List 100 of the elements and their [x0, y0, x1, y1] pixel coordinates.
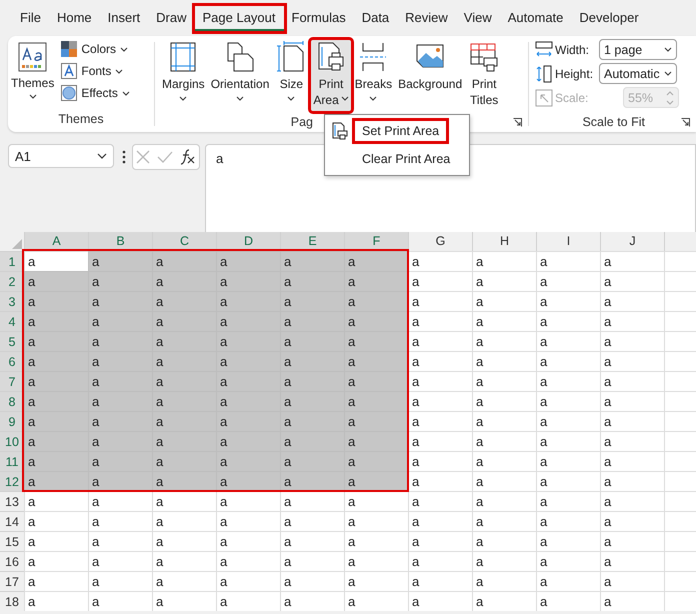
table-cell: a	[24, 531, 88, 551]
size-button[interactable]: Size	[272, 39, 310, 112]
table-cell	[664, 271, 696, 291]
table-cell: a	[88, 571, 152, 591]
row-header[interactable]: 3	[0, 291, 24, 311]
insert-function-icon[interactable]	[180, 149, 196, 165]
dialog-launcher-icon[interactable]	[513, 118, 522, 126]
name-box[interactable]: A1	[8, 144, 114, 168]
table-cell: a	[216, 431, 280, 451]
ribbon-tab[interactable]: Insert	[100, 6, 148, 30]
table-cell: a	[280, 291, 344, 311]
ribbon-tab[interactable]: Formulas	[284, 6, 354, 30]
menu-item[interactable]: Clear Print Area	[354, 148, 458, 170]
row-header[interactable]: 5	[0, 331, 24, 351]
table-cell: a	[152, 351, 216, 371]
table-cell: a	[600, 391, 664, 411]
check-icon[interactable]	[156, 151, 173, 163]
table-cell: a	[472, 411, 536, 431]
row-header[interactable]: 7	[0, 371, 24, 391]
themes-button[interactable]: Themes	[8, 39, 58, 112]
orientation-button[interactable]: Orientation	[208, 39, 272, 112]
table-cell: a	[536, 411, 600, 431]
column-header[interactable]: I	[536, 232, 600, 251]
effects-button[interactable]: Effects	[61, 85, 130, 101]
row-header[interactable]: 2	[0, 271, 24, 291]
table-cell: a	[472, 571, 536, 591]
ribbon-tab[interactable]: View	[456, 6, 500, 30]
table-cell	[664, 291, 696, 311]
ribbon-tab[interactable]: Review	[397, 6, 456, 30]
menu-item[interactable]: Set Print Area	[354, 120, 448, 142]
table-cell: a	[24, 291, 88, 311]
row-header[interactable]: 10	[0, 431, 24, 451]
dropdown-field[interactable]: 1 page	[599, 39, 677, 60]
table-cell: a	[472, 431, 536, 451]
table-cell	[664, 531, 696, 551]
column-header[interactable]: G	[408, 232, 472, 251]
table-cell: a	[216, 291, 280, 311]
table-cell: a	[88, 331, 152, 351]
row-header[interactable]: 9	[0, 411, 24, 431]
table-cell: a	[24, 551, 88, 571]
table-cell: a	[152, 391, 216, 411]
fonts-button[interactable]: Fonts	[61, 63, 130, 79]
ribbon-tab[interactable]: File	[12, 6, 49, 30]
breaks-button[interactable]: Breaks	[352, 39, 396, 112]
table-cell: a	[472, 591, 536, 611]
table-cell: a	[280, 251, 344, 271]
table-cell	[664, 391, 696, 411]
table-cell: a	[536, 511, 600, 531]
row-header[interactable]: 12	[0, 471, 24, 491]
row-header[interactable]: 11	[0, 451, 24, 471]
table-cell: a	[280, 451, 344, 471]
ribbon-tab[interactable]: Draw	[148, 6, 194, 30]
table-cell: a	[88, 531, 152, 551]
more-options-icon[interactable]	[122, 150, 126, 164]
caret-icon	[179, 96, 188, 101]
row-header[interactable]: 6	[0, 351, 24, 371]
table-cell: a	[216, 511, 280, 531]
table-cell: a	[472, 511, 536, 531]
dropdown-field[interactable]: Automatic	[599, 63, 677, 84]
scale-icon	[535, 64, 553, 82]
column-header[interactable]: J	[600, 232, 664, 251]
table-cell: a	[280, 351, 344, 371]
table-cell: a	[280, 471, 344, 491]
ribbon-tab[interactable]: Developer	[571, 6, 647, 30]
row-header[interactable]: 1	[0, 251, 24, 271]
table-cell: a	[536, 271, 600, 291]
table-cell: a	[600, 251, 664, 271]
table-cell: a	[344, 571, 408, 591]
table-cell: a	[24, 411, 88, 431]
table-cell	[664, 431, 696, 451]
table-cell: a	[408, 331, 472, 351]
table-cell: a	[536, 451, 600, 471]
print-area-button[interactable]: Print Area	[310, 39, 352, 112]
colors-button[interactable]: Colors	[61, 41, 130, 57]
table-cell: a	[88, 411, 152, 431]
dialog-launcher-icon[interactable]	[681, 118, 690, 126]
table-cell: a	[152, 471, 216, 491]
table-cell: a	[600, 471, 664, 491]
row-header[interactable]: 4	[0, 311, 24, 331]
table-cell: a	[88, 451, 152, 471]
print-titles-button[interactable]: Print Titles	[465, 39, 504, 112]
ribbon-tab[interactable]: Automate	[500, 6, 572, 30]
margins-button[interactable]: Margins	[159, 39, 208, 112]
print-area-icon	[332, 122, 348, 140]
table-cell: a	[152, 291, 216, 311]
row-header[interactable]: 8	[0, 391, 24, 411]
table-cell: a	[88, 551, 152, 571]
caret-icon	[340, 96, 349, 101]
table-cell: a	[600, 431, 664, 451]
table-cell: a	[88, 391, 152, 411]
ribbon-tab[interactable]: Home	[48, 6, 100, 30]
table-cell: a	[344, 311, 408, 331]
table-cell: a	[472, 391, 536, 411]
scale-icon	[535, 40, 553, 58]
column-header[interactable]: H	[472, 232, 536, 251]
table-cell: a	[216, 451, 280, 471]
ribbon-tab[interactable]: Page Layout	[194, 6, 284, 30]
ribbon-tab[interactable]: Data	[354, 6, 398, 30]
table-cell: a	[408, 451, 472, 471]
background-button[interactable]: Background	[395, 39, 466, 112]
